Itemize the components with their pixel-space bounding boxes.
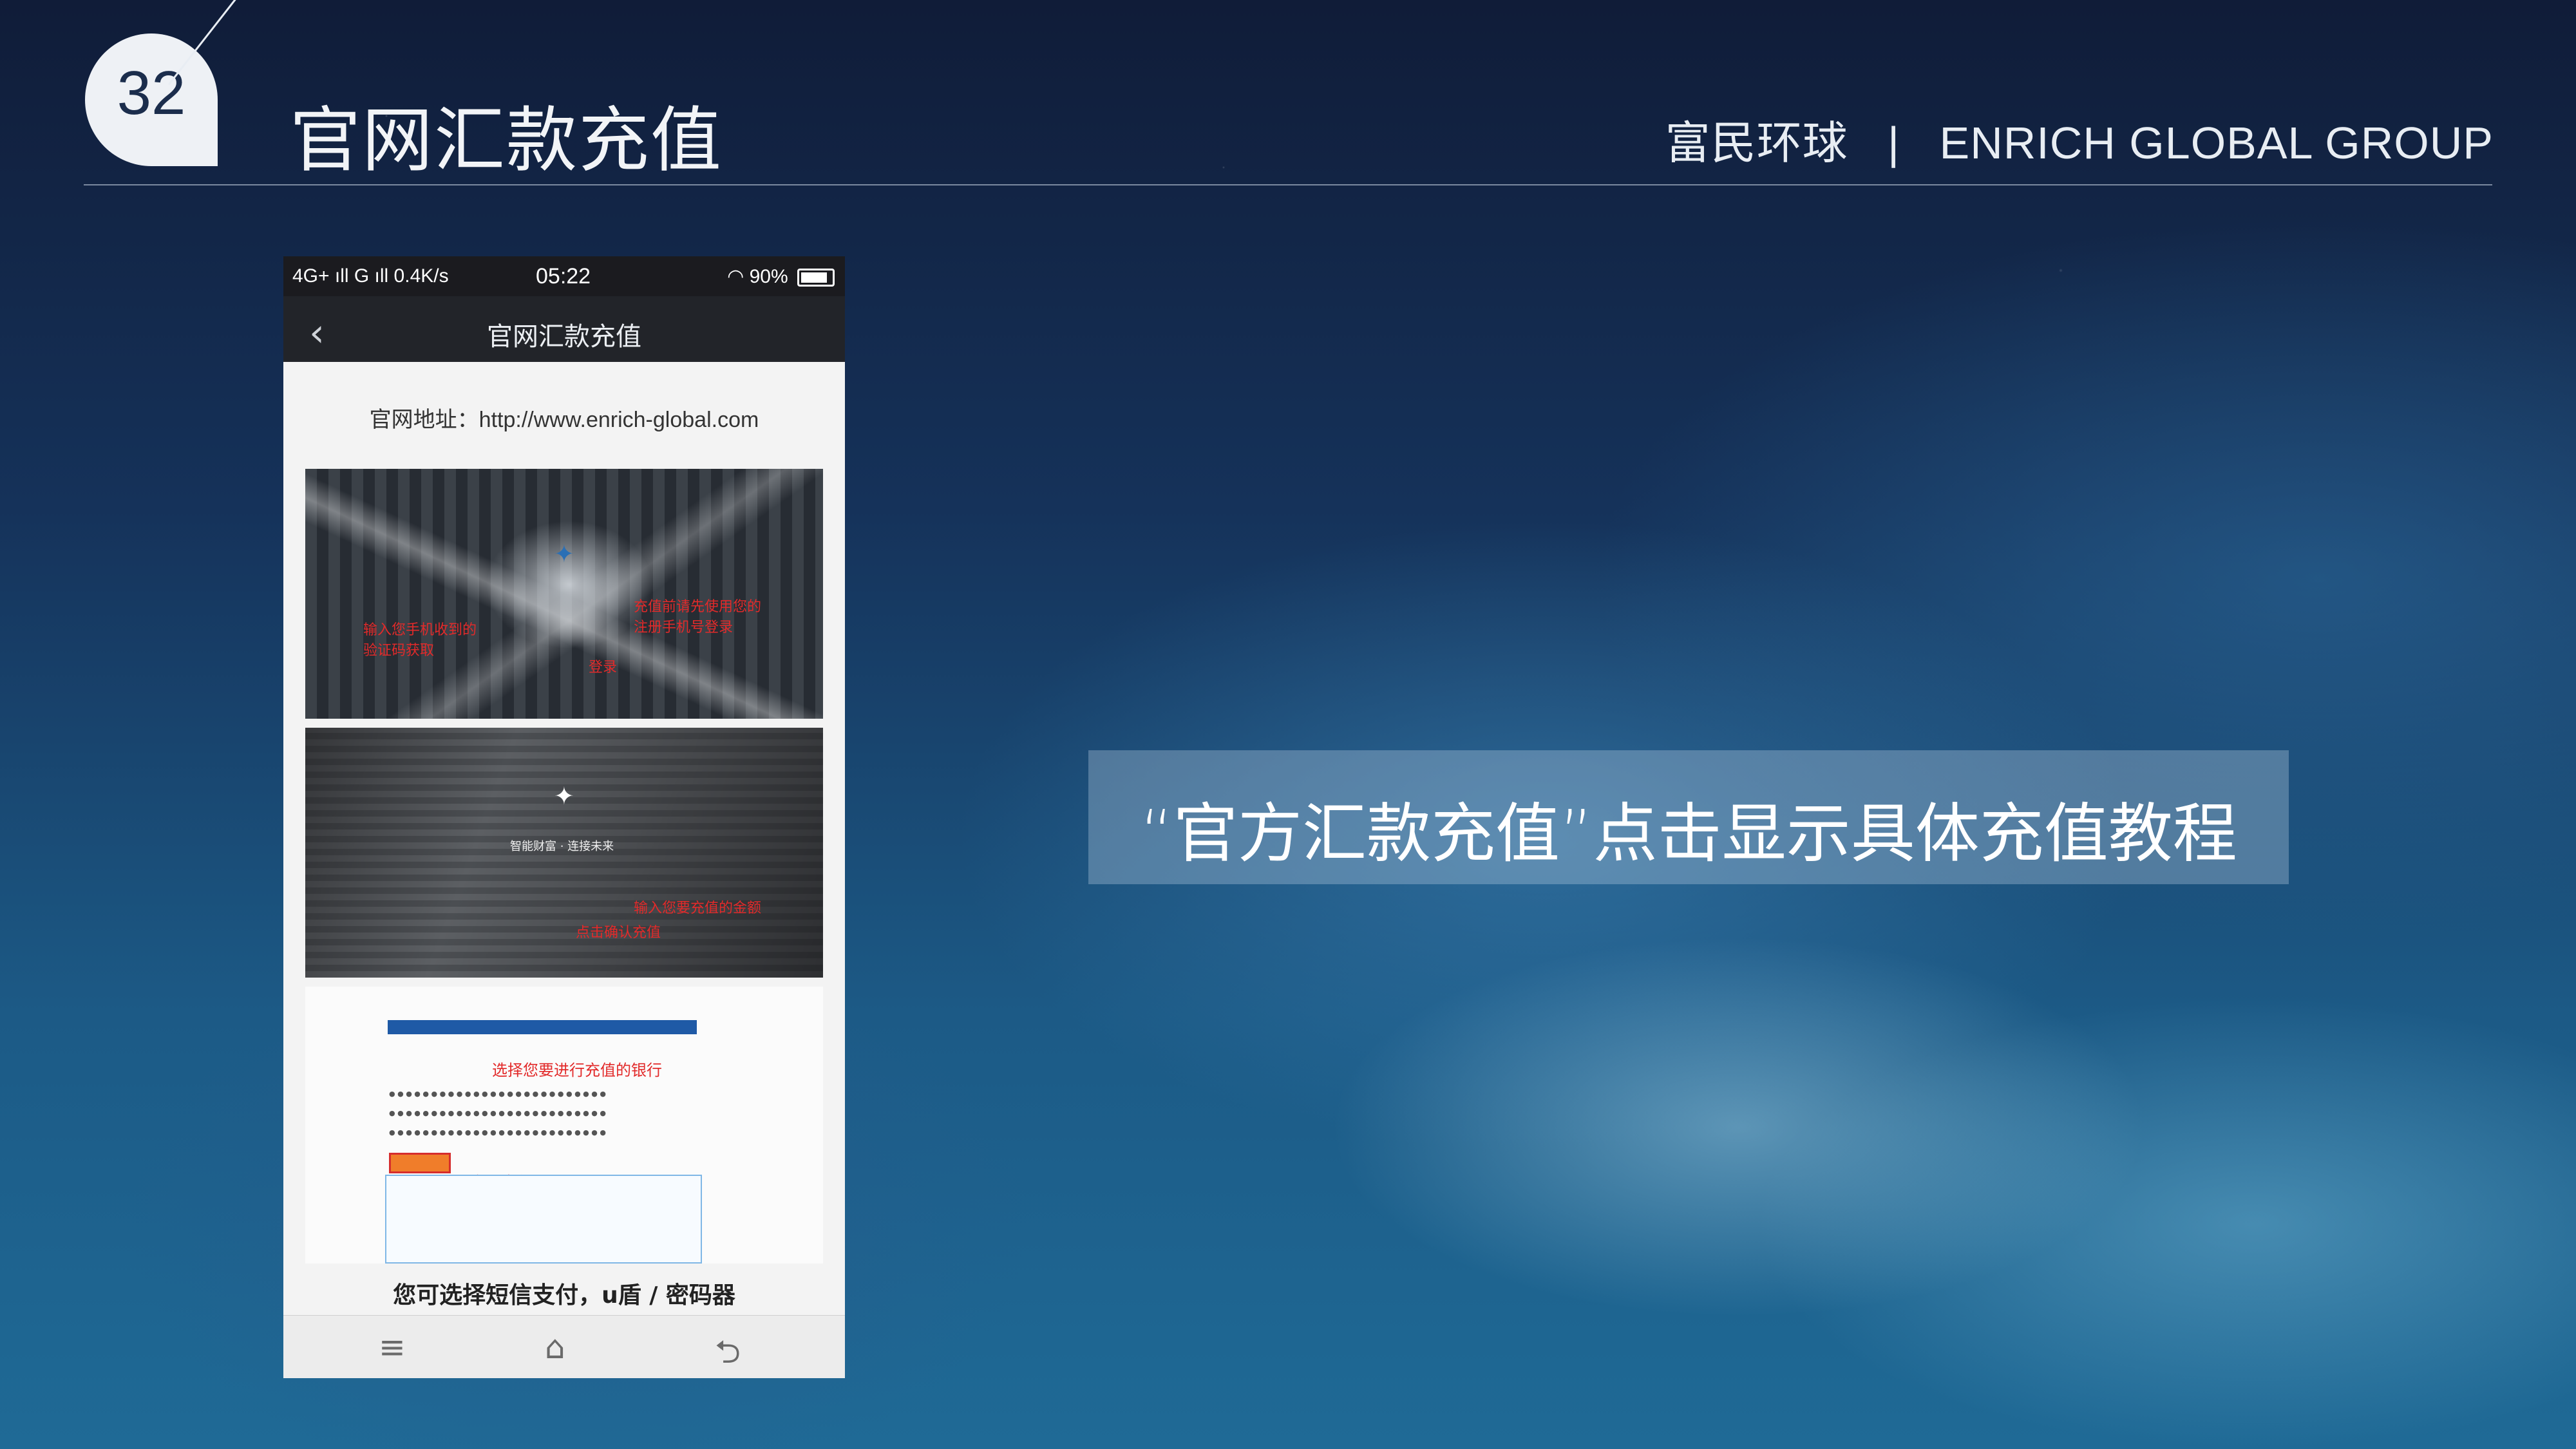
brand-cn: 富民环球 — [1665, 117, 1848, 169]
back-icon[interactable]: ⮌ — [715, 1329, 741, 1378]
bank-row: ● ● ● ● ● ● ● ● ● ● ● ● ● ● ● ● ● ● ● ● … — [389, 1109, 606, 1117]
bank-row: ● ● ● ● ● ● ● ● ● ● ● ● ● ● ● ● ● ● ● ● … — [389, 1090, 606, 1098]
note-confirm: 点击确认充值 — [576, 925, 661, 941]
brand-separator: | — [1887, 118, 1900, 168]
page-content: 官网地址：http://www.enrich-global.com ✦ 输入您手… — [283, 362, 845, 1315]
slide-title: 官网汇款充值 — [290, 99, 723, 182]
bank-row: ● ● ● ● ● ● ● ● ● ● ● ● ● ● ● ● ● ● ● ● … — [389, 1128, 606, 1137]
bank-page-nav — [388, 1020, 697, 1034]
instructions-box — [385, 1175, 702, 1264]
site-url: 官网地址：http://www.enrich-global.com — [369, 408, 759, 432]
status-network: 4G+ ıll G ıll 0.4K/s — [292, 265, 449, 287]
phone-screenshot: 4G+ ıll G ıll 0.4K/s 05:22 ◠ 90% ‹ 官网汇款充… — [283, 256, 845, 1378]
callout-box: “官方汇款充值”点击显示具体充值教程 — [1088, 750, 2289, 884]
battery-icon — [797, 269, 835, 287]
home-icon[interactable]: ⌂ — [545, 1329, 565, 1366]
status-bar: 4G+ ıll G ıll 0.4K/s 05:22 ◠ 90% — [283, 256, 845, 296]
tutorial-image-bank: 选择您要进行充值的银行 ● ● ● ● ● ● ● ● ● ● ● ● ● ● … — [305, 987, 823, 1264]
star-logo-icon: ✦ — [554, 782, 574, 810]
star-logo-icon: ✦ — [554, 540, 574, 568]
app-bar: ‹ 官网汇款充值 — [283, 296, 845, 362]
status-time: 05:22 — [536, 264, 591, 289]
header-divider — [84, 184, 2492, 185]
pay-button-image — [389, 1153, 451, 1173]
menu-icon[interactable]: ≡ — [379, 1329, 406, 1366]
brand-en: ENRICH GLOBAL GROUP — [1939, 118, 2494, 168]
status-right: ◠ 90% — [727, 265, 835, 288]
battery-percent: 90% — [749, 266, 788, 287]
tutorial-image-amount: ✦ 智能财富 · 连接未来 输入您要充值的金额 点击确认充值 — [305, 728, 823, 978]
wifi-icon: ◠ — [727, 266, 744, 287]
tutorial-image-login: ✦ 输入您手机收到的验证码获取 充值前请先使用您的注册手机号登录 登录 — [305, 469, 823, 719]
note-verification: 输入您手机收到的验证码获取 — [363, 622, 477, 659]
callout-text: “官方汇款充值”点击显示具体充值教程 — [1140, 796, 2237, 871]
note-enter-amount: 输入您要充值的金额 — [634, 900, 762, 916]
slide-number: 32 — [117, 59, 186, 128]
phone-nav-bar: ≡ ⌂ ⮌ — [283, 1315, 845, 1378]
slogan: 智能财富 · 连接未来 — [510, 840, 614, 853]
note-choose-bank: 选择您要进行充值的银行 — [492, 1061, 662, 1079]
note-login: 登录 — [589, 659, 618, 676]
caption: 您可选择短信支付，u盾 / 密码器 — [393, 1282, 735, 1309]
brand: 富民环球 | ENRICH GLOBAL GROUP — [1665, 107, 2494, 172]
app-bar-title: 官网汇款充值 — [487, 322, 641, 352]
note-login-phone: 充值前请先使用您的注册手机号登录 — [634, 599, 762, 636]
